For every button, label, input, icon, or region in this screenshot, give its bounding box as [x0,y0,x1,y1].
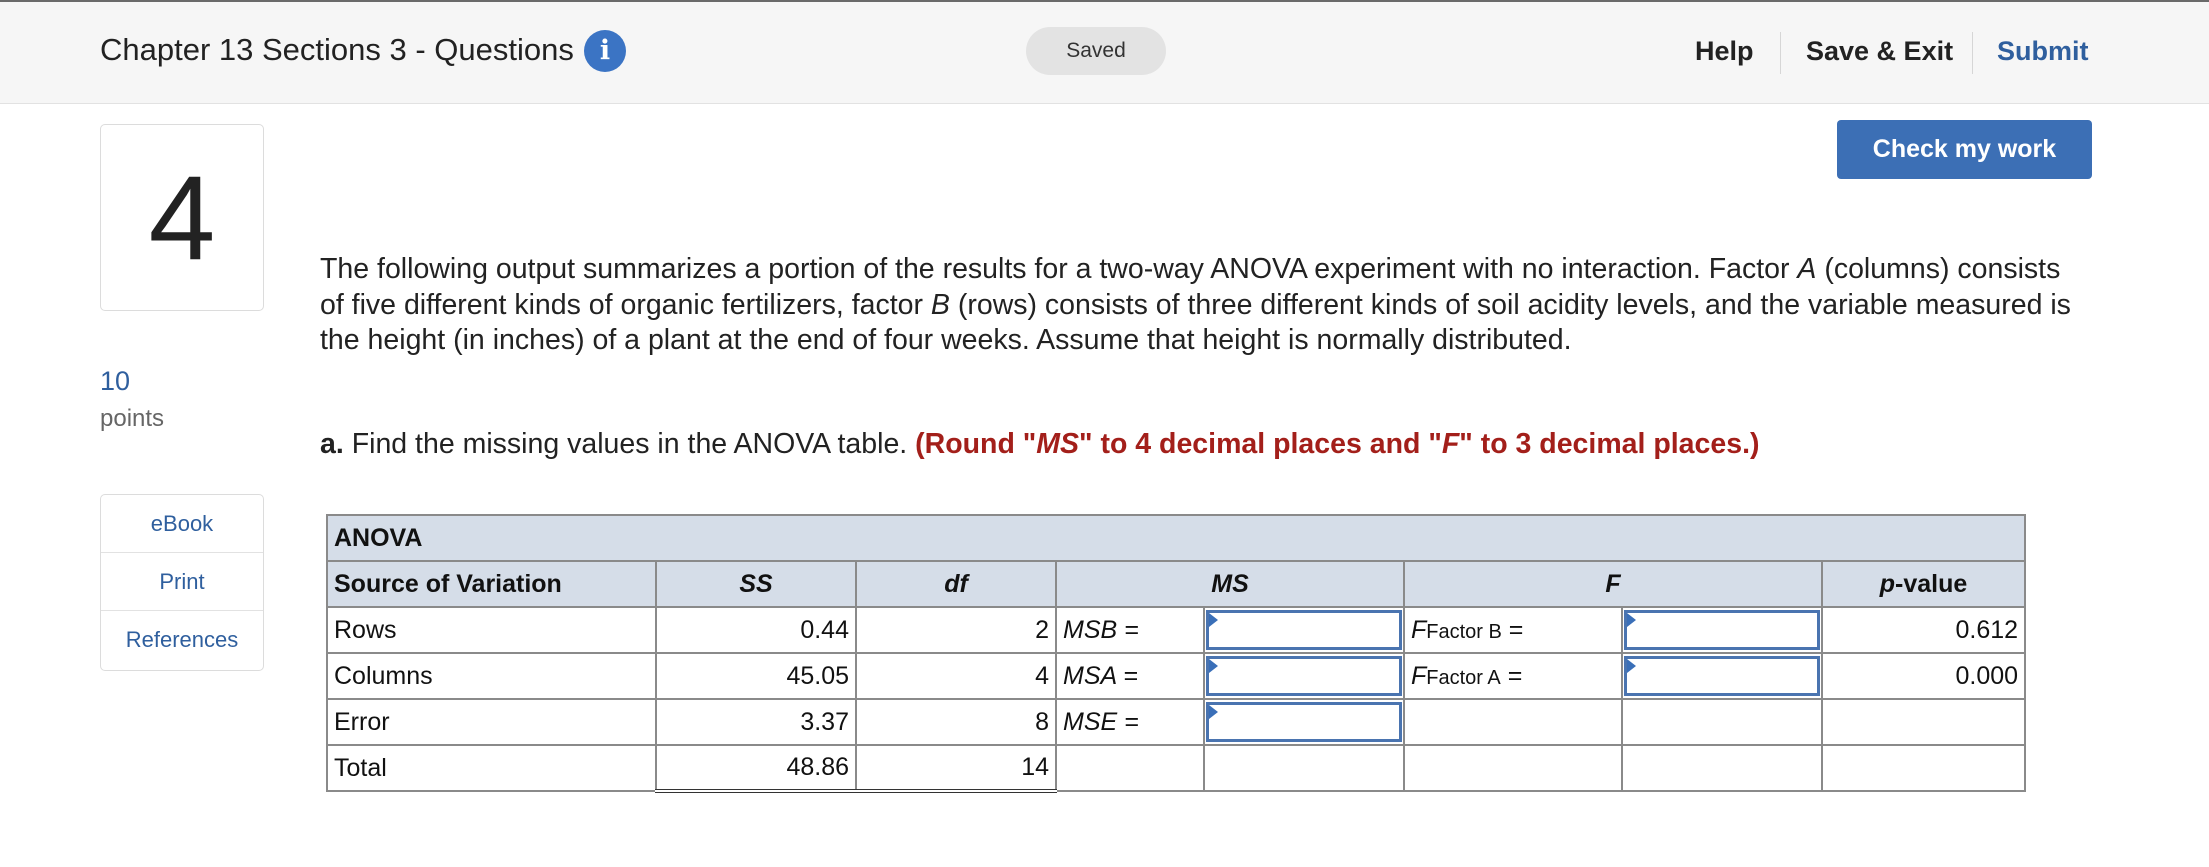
ss-cell: 45.05 [655,652,857,700]
assignment-title: Chapter 13 Sections 3 - Questions [100,32,574,67]
table-row: Columns 45.05 4 MSA = FFactor A = 0.000 [326,652,2027,700]
rounding-instruction: (Round "MS" to 4 decimal places and "F" … [915,428,1760,460]
column-header: Source of Variation [326,560,657,608]
points-label: points [100,405,165,432]
msa-input[interactable] [1206,656,1402,696]
empty-cell [1820,698,2027,746]
f-symbol: F [1411,615,1427,644]
resource-links: eBook Print References [100,494,264,671]
table-row: Rows 0.44 2 MSB = FFactor B = 0.612 [326,606,2027,654]
question-number-box: 4 [100,124,264,311]
factor-a-symbol: A [1797,253,1817,285]
p-value-cell: 0.000 [1820,652,2027,700]
column-header: MS [1055,560,1405,608]
f-subscript: Factor B [1426,620,1502,643]
source-cell: Columns [326,652,657,700]
column-header: df [855,560,1057,608]
table-row: Total 48.86 14 [326,744,2027,793]
check-my-work-button[interactable]: Check my work [1837,120,2092,179]
f-factor-a-input[interactable] [1624,656,1820,696]
column-header: F [1403,560,1823,608]
ss-cell: 3.37 [655,698,857,746]
f-factor-a-input-cell [1621,652,1823,700]
part-a-text: Find the missing values in the ANOVA tab… [343,428,916,460]
print-link[interactable]: Print [101,553,263,611]
save-exit-link[interactable]: Save & Exit [1806,36,1953,67]
df-cell: 4 [855,652,1057,700]
source-cell: Error [326,698,657,746]
column-header: p-value [1820,560,2027,608]
mse-input-cell [1203,698,1405,746]
table-title-row: ANOVA [325,514,2027,562]
f-factor-b-input[interactable] [1624,610,1820,650]
table-title: ANOVA [325,514,2027,562]
references-link[interactable]: References [101,611,263,670]
ss-cell: 48.86 [655,744,857,793]
f-subscript: Factor A [1426,666,1501,689]
f-label: FFactor A = [1403,652,1623,700]
top-bar: Chapter 13 Sections 3 - Questions i Save… [0,0,2209,104]
ms-label: MSE = [1055,698,1205,746]
points-value: 10 [100,366,131,396]
nav-divider [1972,32,1973,74]
column-header: SS [655,560,857,608]
msa-input-cell [1203,652,1405,700]
empty-cell [1621,744,1823,792]
submit-link[interactable]: Submit [1997,36,2089,67]
f-label: FFactor B = [1403,606,1623,654]
mse-input[interactable] [1206,702,1402,742]
msb-input-cell [1203,606,1405,654]
f-factor-b-input-cell [1621,606,1823,654]
msb-input[interactable] [1206,610,1402,650]
ss-cell: 0.44 [655,606,857,654]
empty-cell [1403,744,1623,792]
empty-cell [1203,744,1405,792]
equals-sign: = [1500,661,1523,690]
factor-b-symbol: B [930,288,950,321]
table-header-row: Source of Variation SS df MS F p-value [326,560,2027,608]
info-icon[interactable]: i [584,30,626,72]
nav-divider [1780,32,1781,74]
part-a-prompt: a. Find the missing values in the ANOVA … [320,428,1760,461]
empty-cell [1820,744,2027,792]
saved-status-badge: Saved [1026,27,1166,75]
empty-cell [1621,698,1823,746]
empty-cell [1403,698,1623,746]
anova-table: ANOVA Source of Variation SS df MS F p-v… [325,514,2027,793]
source-cell: Total [326,744,657,792]
ms-label: MSB = [1055,606,1205,654]
df-cell: 2 [855,606,1057,654]
empty-cell [1055,744,1205,792]
source-cell: Rows [326,606,657,654]
table-row: Error 3.37 8 MSE = [326,698,2027,746]
df-cell: 8 [855,698,1057,746]
df-cell: 14 [855,744,1057,793]
ms-label: MSA = [1055,652,1205,700]
equals-sign: = [1501,615,1524,644]
part-a-label: a. [320,428,344,460]
help-link[interactable]: Help [1695,36,1754,67]
f-symbol: F [1411,661,1427,690]
question-prompt: The following output summarizes a portio… [320,252,2080,359]
p-value-cell: 0.612 [1820,606,2027,654]
question-number: 4 [148,151,216,285]
prompt-text: The following output summarizes a portio… [320,253,1798,285]
ebook-link[interactable]: eBook [101,495,263,553]
